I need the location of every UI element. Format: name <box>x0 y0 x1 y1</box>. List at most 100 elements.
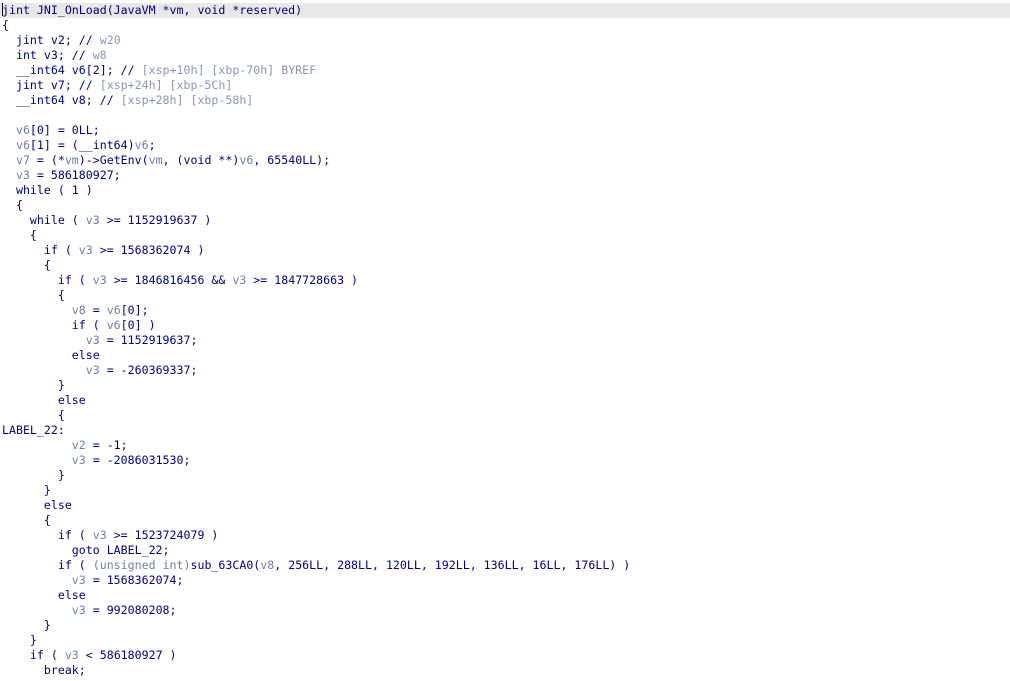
code-token: __int64 v6[2]; // <box>2 63 142 77</box>
code-line[interactable]: v3 = 586180927; <box>2 168 121 183</box>
code-line[interactable]: v3 = -2086031530; <box>2 453 191 468</box>
code-line[interactable]: else <box>2 348 100 363</box>
code-line[interactable]: { <box>2 18 9 33</box>
code-variable: v2 <box>2 438 86 452</box>
code-variable: v3 <box>85 213 100 227</box>
code-line[interactable]: else <box>2 588 86 603</box>
code-line[interactable]: v3 = 1568362074; <box>2 573 184 588</box>
code-variable: v3 <box>2 363 100 377</box>
code-token: break; <box>2 663 86 677</box>
code-token: { <box>2 288 65 302</box>
code-token: __int64 v8; // <box>2 93 121 107</box>
code-variable: vm <box>148 153 163 167</box>
code-token: { <box>2 408 65 422</box>
code-variable: v3 <box>232 273 247 287</box>
code-line[interactable]: if ( v3 >= 1846816456 && v3 >= 184772866… <box>2 273 358 288</box>
code-line[interactable]: if ( v3 < 586180927 ) <box>2 648 177 663</box>
code-token: jint v2; // <box>2 33 100 47</box>
code-comment: w20 <box>99 33 121 47</box>
code-token: [1] = (__int64) <box>29 138 135 152</box>
code-token: { <box>2 258 51 272</box>
code-line[interactable]: __int64 v8; // [xsp+28h] [xbp-58h] <box>2 93 253 108</box>
code-line[interactable]: { <box>2 258 51 273</box>
code-token: )->GetEnv( <box>78 153 149 167</box>
code-line[interactable]: while ( v3 >= 1152919637 ) <box>2 213 212 228</box>
code-line[interactable]: } <box>2 633 37 648</box>
code-variable: v6 <box>106 318 121 332</box>
code-token: < 586180927 ) <box>78 648 177 662</box>
code-line[interactable]: { <box>2 408 65 423</box>
code-token: = -260369337; <box>99 363 198 377</box>
code-line[interactable]: { <box>2 198 23 213</box>
code-token: = <box>85 303 107 317</box>
code-token: } <box>2 468 65 482</box>
code-line[interactable]: } <box>2 483 51 498</box>
code-token: { <box>2 18 9 32</box>
code-line[interactable]: __int64 v6[2]; // [xsp+10h] [xbp-70h] BY… <box>2 63 316 78</box>
code-token: if ( <box>2 648 65 662</box>
code-token: jint JNI_OnLoad(JavaVM *vm, void *reserv… <box>2 3 303 17</box>
code-line[interactable]: } <box>2 378 65 393</box>
code-line[interactable]: } <box>2 618 51 633</box>
code-comment: [xsp+28h] [xbp-58h] <box>120 93 254 107</box>
code-variable: v3 <box>78 243 93 257</box>
code-token: } <box>2 633 37 647</box>
code-line[interactable]: while ( 1 ) <box>2 183 93 198</box>
code-variable: v3 <box>64 648 79 662</box>
code-line[interactable]: jint v7; // [xsp+24h] [xbp-5Ch] <box>2 78 232 93</box>
code-comment: w8 <box>92 48 107 62</box>
code-variable: v8 <box>260 558 275 572</box>
code-token: sub_63CA0( <box>190 558 261 572</box>
code-token: >= 1846816456 && <box>106 273 233 287</box>
code-line[interactable]: else <box>2 393 86 408</box>
code-token: } <box>2 378 65 392</box>
code-line[interactable]: v8 = v6[0]; <box>2 303 149 318</box>
code-token: = -2086031530; <box>85 453 191 467</box>
code-token: = 1568362074; <box>85 573 184 587</box>
code-line[interactable]: else <box>2 498 72 513</box>
code-variable: v6 <box>239 153 254 167</box>
code-line[interactable]: v2 = -1; <box>2 438 128 453</box>
code-line[interactable]: goto LABEL_22; <box>2 543 170 558</box>
code-line[interactable]: jint v2; // w20 <box>2 33 121 48</box>
code-comment: [xsp+10h] [xbp-70h] BYREF <box>141 63 317 77</box>
code-token: = 992080208; <box>85 603 177 617</box>
code-token: = 586180927; <box>29 168 121 182</box>
code-label[interactable]: LABEL_22: <box>2 423 65 438</box>
code-line[interactable]: v7 = (*vm)->GetEnv(vm, (void **)v6, 6554… <box>2 153 330 168</box>
code-variable: v3 <box>2 573 86 587</box>
code-token: >= 1847728663 ) <box>246 273 359 287</box>
code-token: goto LABEL_22; <box>2 543 170 557</box>
code-line[interactable]: break; <box>2 663 86 678</box>
code-line[interactable]: if ( v3 >= 1568362074 ) <box>2 243 205 258</box>
code-line[interactable]: v6[0] = 0LL; <box>2 123 100 138</box>
code-token: >= 1523724079 ) <box>106 528 219 542</box>
code-variable: v3 <box>2 453 86 467</box>
code-token: while ( <box>2 213 86 227</box>
code-line[interactable]: if ( (unsigned int)sub_63CA0(v8, 256LL, … <box>2 558 630 573</box>
code-token: = -1; <box>85 438 128 452</box>
code-token: = 1152919637; <box>99 333 198 347</box>
code-token: if ( <box>2 243 79 257</box>
code-token: , 256LL, 288LL, 120LL, 192LL, 136LL, 16L… <box>274 558 631 572</box>
code-variable: v3 <box>92 528 107 542</box>
code-line[interactable]: if ( v6[0] ) <box>2 318 156 333</box>
code-line[interactable]: v3 = 1152919637; <box>2 333 198 348</box>
code-line[interactable]: v3 = -260369337; <box>2 363 198 378</box>
code-line[interactable]: { <box>2 228 37 243</box>
code-line[interactable]: v3 = 992080208; <box>2 603 177 618</box>
code-token: [0]; <box>120 303 149 317</box>
code-variable: v6 <box>134 138 149 152</box>
code-line[interactable]: v6[1] = (__int64)v6; <box>2 138 156 153</box>
pseudocode-view[interactable]: jint JNI_OnLoad(JavaVM *vm, void *reserv… <box>0 0 1010 681</box>
code-line[interactable]: { <box>2 513 51 528</box>
code-line[interactable]: int v3; // w8 <box>2 48 107 63</box>
code-line[interactable]: jint JNI_OnLoad(JavaVM *vm, void *reserv… <box>0 3 1010 18</box>
code-line[interactable]: { <box>2 288 65 303</box>
code-variable: v8 <box>2 303 86 317</box>
code-token: if ( <box>2 318 107 332</box>
code-token: >= 1568362074 ) <box>92 243 205 257</box>
code-line[interactable]: if ( v3 >= 1523724079 ) <box>2 528 219 543</box>
code-token: while ( 1 ) <box>2 183 93 197</box>
code-line[interactable]: } <box>2 468 65 483</box>
